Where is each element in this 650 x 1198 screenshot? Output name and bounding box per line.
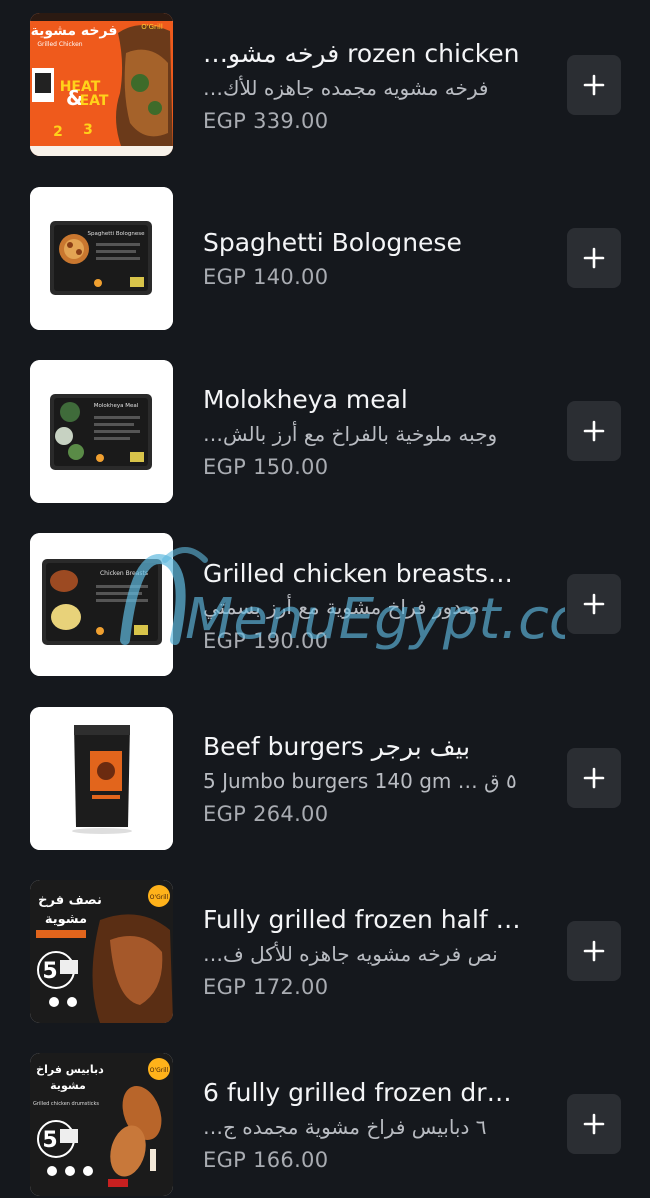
menu-item-grilled-drumsticks[interactable]: O'Grill دبابيس فراخ مشوية Grilled chicke… [0, 1053, 650, 1198]
svg-text:3: 3 [83, 122, 93, 138]
menu-item-price: EGP 172.00 [203, 975, 329, 999]
menu-item-price: EGP 140.00 [203, 265, 329, 289]
menu-item-image: O'Grill دبابيس فراخ مشوية Grilled chicke… [30, 1053, 173, 1196]
svg-text:O'Grill: O'Grill [150, 1067, 169, 1074]
half-chicken-package-image: O'Grill نصف فرخ مشوية 5 [30, 880, 173, 1023]
svg-text:EAT: EAT [80, 93, 109, 109]
svg-text:O'Grill: O'Grill [150, 894, 169, 901]
menu-item-title: Grilled chicken breasts… [203, 559, 513, 588]
add-to-cart-button[interactable] [567, 228, 621, 288]
svg-text:مشوية: مشوية [45, 912, 87, 927]
menu-item-price: EGP 150.00 [203, 455, 329, 479]
svg-text:Grilled Chicken: Grilled Chicken [37, 41, 82, 48]
menu-item-grilled-chicken-breasts[interactable]: Chicken Breasts Grilled chicken breasts…… [0, 533, 650, 678]
svg-text:فرخه مشوية: فرخه مشوية [31, 23, 118, 39]
svg-text:نصف فرخ: نصف فرخ [38, 893, 102, 908]
add-to-cart-button[interactable] [567, 574, 621, 634]
menu-item-spaghetti-bolognese[interactable]: Spaghetti Bolognese Spaghetti Bolognese … [0, 187, 650, 332]
add-to-cart-button[interactable] [567, 921, 621, 981]
chicken-breasts-tray-image: Chicken Breasts [30, 533, 173, 676]
menu-item-description: صدور فراخ مشوية مع أرز بسمتي [203, 595, 480, 619]
svg-text:5: 5 [42, 1128, 57, 1153]
molokheya-tray-image: Molokheya Meal [30, 360, 173, 503]
beef-burgers-pouch-image [30, 707, 173, 850]
svg-text:2: 2 [53, 124, 63, 140]
plus-icon [583, 767, 605, 789]
menu-item-beef-burgers[interactable]: Beef burgers بيف برجر 5 Jumbo burgers 14… [0, 707, 650, 852]
svg-text:Chicken Breasts: Chicken Breasts [100, 570, 148, 577]
menu-item-description: ٦ دبابيس فراخ مشوية مجمده ج… [203, 1115, 487, 1139]
svg-text:O'Grill: O'Grill [141, 23, 163, 31]
menu-item-price: EGP 166.00 [203, 1148, 329, 1172]
add-to-cart-button[interactable] [567, 748, 621, 808]
svg-text:Grilled chicken drumsticks: Grilled chicken drumsticks [33, 1101, 99, 1107]
svg-text:مشوية: مشوية [50, 1079, 86, 1092]
menu-item-title: Fully grilled frozen half … [203, 905, 521, 934]
plus-icon [583, 593, 605, 615]
menu-item-title: 6 fully grilled frozen dr… [203, 1078, 512, 1107]
menu-item-molokheya-meal[interactable]: Molokheya Meal Molokheya meal وجبه ملوخي… [0, 360, 650, 505]
grilled-chicken-package-image: O'Grill فرخه مشوية Grilled Chicken HEAT … [30, 13, 173, 156]
add-to-cart-button[interactable] [567, 1094, 621, 1154]
plus-icon [583, 247, 605, 269]
add-to-cart-button[interactable] [567, 55, 621, 115]
svg-text:Molokheya Meal: Molokheya Meal [94, 403, 139, 409]
svg-text:Spaghetti Bolognese: Spaghetti Bolognese [88, 231, 146, 237]
svg-text:5: 5 [42, 959, 57, 984]
menu-item-title: Spaghetti Bolognese [203, 228, 462, 257]
menu-item-title: Molokheya meal [203, 385, 408, 414]
add-to-cart-button[interactable] [567, 401, 621, 461]
plus-icon [583, 1113, 605, 1135]
menu-item-image: O'Grill نصف فرخ مشوية 5 [30, 880, 173, 1023]
plus-icon [583, 940, 605, 962]
menu-item-image [30, 707, 173, 850]
spaghetti-tray-image: Spaghetti Bolognese [30, 187, 173, 330]
menu-item-description: 5 Jumbo burgers 140 gm … ٥ ق [203, 769, 517, 793]
drumsticks-package-image: O'Grill دبابيس فراخ مشوية Grilled chicke… [30, 1053, 173, 1196]
plus-icon [583, 420, 605, 442]
menu-item-description: فرخه مشويه مجمده جاهزه للأك… [203, 76, 489, 100]
menu-item-price: EGP 190.00 [203, 629, 329, 653]
menu-item-description: وجبه ملوخية بالفراخ مع أرز بالش… [203, 422, 498, 446]
plus-icon [583, 74, 605, 96]
menu-item-image: O'Grill فرخه مشوية Grilled Chicken HEAT … [30, 13, 173, 156]
menu-item-price: EGP 264.00 [203, 802, 329, 826]
menu-item-title: Beef burgers بيف برجر [203, 732, 471, 761]
menu-item-description: نص فرخه مشويه جاهزه للأكل ف… [203, 942, 498, 966]
menu-item-frozen-grilled-chicken[interactable]: O'Grill فرخه مشوية Grilled Chicken HEAT … [0, 13, 650, 158]
menu-item-image: Molokheya Meal [30, 360, 173, 503]
menu-item-title: rozen chicken فرخه مشو… [203, 39, 520, 68]
menu-item-half-grilled-chicken[interactable]: O'Grill نصف فرخ مشوية 5 Fully grilled fr… [0, 880, 650, 1025]
svg-text:دبابيس فراخ: دبابيس فراخ [36, 1063, 104, 1076]
menu-item-price: EGP 339.00 [203, 109, 329, 133]
menu-item-image: Chicken Breasts [30, 533, 173, 676]
menu-item-image: Spaghetti Bolognese [30, 187, 173, 330]
